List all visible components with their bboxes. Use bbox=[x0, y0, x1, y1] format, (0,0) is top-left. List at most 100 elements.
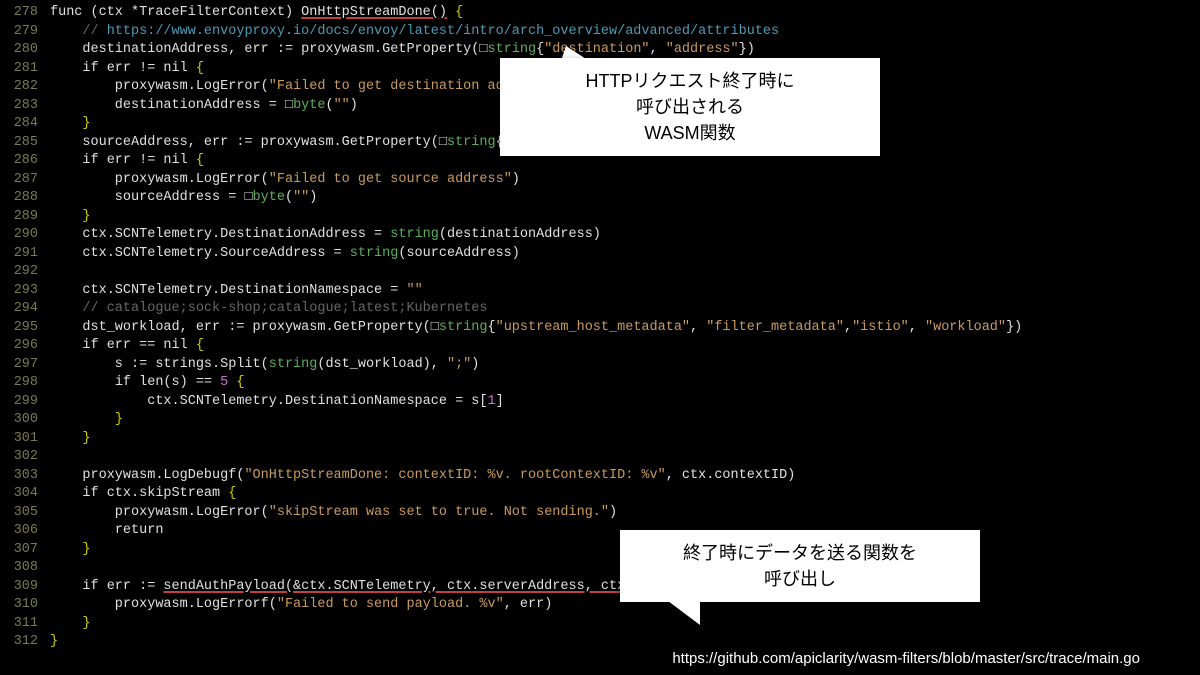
line-number: 287 bbox=[0, 171, 50, 190]
callout-1-line3: WASM関数 bbox=[644, 123, 735, 143]
code-content[interactable]: proxywasm.LogError("Failed to get destin… bbox=[50, 78, 560, 97]
code-line[interactable]: 307 } bbox=[0, 541, 1200, 560]
code-content[interactable]: sourceAddress = □byte("") bbox=[50, 189, 317, 208]
line-number: 285 bbox=[0, 134, 50, 153]
code-line[interactable]: 279 // https://www.envoyproxy.io/docs/en… bbox=[0, 23, 1200, 42]
line-number: 312 bbox=[0, 633, 50, 652]
line-number: 308 bbox=[0, 559, 50, 578]
code-line[interactable]: 301 } bbox=[0, 430, 1200, 449]
code-line[interactable]: 278func (ctx *TraceFilterContext) OnHttp… bbox=[0, 4, 1200, 23]
code-content[interactable]: if err != nil { bbox=[50, 60, 204, 79]
code-line[interactable]: 299 ctx.SCNTelemetry.DestinationNamespac… bbox=[0, 393, 1200, 412]
line-number: 294 bbox=[0, 300, 50, 319]
callout-1-line1: HTTPリクエスト終了時に bbox=[586, 71, 795, 91]
code-line[interactable]: 290 ctx.SCNTelemetry.DestinationAddress … bbox=[0, 226, 1200, 245]
line-number: 289 bbox=[0, 208, 50, 227]
callout-1: HTTPリクエスト終了時に 呼び出される WASM関数 bbox=[500, 58, 880, 156]
line-number: 284 bbox=[0, 115, 50, 134]
code-content[interactable]: if ctx.skipStream { bbox=[50, 485, 236, 504]
line-number: 288 bbox=[0, 189, 50, 208]
code-content[interactable]: ctx.SCNTelemetry.DestinationNamespace = … bbox=[50, 282, 423, 301]
code-content[interactable]: return bbox=[50, 522, 163, 541]
code-content[interactable]: } bbox=[50, 541, 91, 560]
line-number: 305 bbox=[0, 504, 50, 523]
code-line[interactable]: 302 bbox=[0, 448, 1200, 467]
code-line[interactable]: 293 ctx.SCNTelemetry.DestinationNamespac… bbox=[0, 282, 1200, 301]
line-number: 280 bbox=[0, 41, 50, 60]
code-content[interactable]: } bbox=[50, 615, 91, 634]
line-number: 297 bbox=[0, 356, 50, 375]
code-line[interactable]: 303 proxywasm.LogDebugf("OnHttpStreamDon… bbox=[0, 467, 1200, 486]
code-content[interactable]: proxywasm.LogError("skipStream was set t… bbox=[50, 504, 617, 523]
callout-2-tail bbox=[660, 595, 700, 625]
source-link[interactable]: https://github.com/apiclarity/wasm-filte… bbox=[672, 650, 1140, 667]
code-line[interactable]: 312} bbox=[0, 633, 1200, 652]
code-line[interactable]: 308 bbox=[0, 559, 1200, 578]
callout-2-line2: 呼び出し bbox=[764, 569, 836, 589]
code-content[interactable]: // catalogue;sock-shop;catalogue;latest;… bbox=[50, 300, 487, 319]
code-content[interactable]: ctx.SCNTelemetry.SourceAddress = string(… bbox=[50, 245, 520, 264]
code-line[interactable]: 296 if err == nil { bbox=[0, 337, 1200, 356]
line-number: 306 bbox=[0, 522, 50, 541]
line-number: 301 bbox=[0, 430, 50, 449]
line-number: 281 bbox=[0, 60, 50, 79]
line-number: 282 bbox=[0, 78, 50, 97]
code-content[interactable]: } bbox=[50, 411, 123, 430]
code-line[interactable]: 311 } bbox=[0, 615, 1200, 634]
code-content[interactable]: destinationAddress = □byte("") bbox=[50, 97, 358, 116]
line-number: 278 bbox=[0, 4, 50, 23]
code-content[interactable]: proxywasm.LogError("Failed to get source… bbox=[50, 171, 520, 190]
line-number: 292 bbox=[0, 263, 50, 282]
code-content[interactable]: if err == nil { bbox=[50, 337, 204, 356]
code-line[interactable]: 306 return bbox=[0, 522, 1200, 541]
line-number: 295 bbox=[0, 319, 50, 338]
code-line[interactable]: 287 proxywasm.LogError("Failed to get so… bbox=[0, 171, 1200, 190]
code-line[interactable]: 294 // catalogue;sock-shop;catalogue;lat… bbox=[0, 300, 1200, 319]
code-content[interactable]: proxywasm.LogDebugf("OnHttpStreamDone: c… bbox=[50, 467, 795, 486]
code-content[interactable]: } bbox=[50, 115, 91, 134]
line-number: 286 bbox=[0, 152, 50, 171]
line-number: 304 bbox=[0, 485, 50, 504]
line-number: 309 bbox=[0, 578, 50, 597]
code-content[interactable]: ctx.SCNTelemetry.DestinationAddress = st… bbox=[50, 226, 601, 245]
code-content[interactable]: } bbox=[50, 633, 58, 652]
code-line[interactable]: 298 if len(s) == 5 { bbox=[0, 374, 1200, 393]
code-content[interactable]: if len(s) == 5 { bbox=[50, 374, 244, 393]
code-content[interactable]: if err != nil { bbox=[50, 152, 204, 171]
code-line[interactable]: 280 destinationAddress, err := proxywasm… bbox=[0, 41, 1200, 60]
line-number: 299 bbox=[0, 393, 50, 412]
line-number: 303 bbox=[0, 467, 50, 486]
code-content[interactable]: dst_workload, err := proxywasm.GetProper… bbox=[50, 319, 1022, 338]
line-number: 298 bbox=[0, 374, 50, 393]
callout-1-line2: 呼び出される bbox=[636, 97, 744, 117]
line-number: 290 bbox=[0, 226, 50, 245]
code-line[interactable]: 292 bbox=[0, 263, 1200, 282]
code-content[interactable]: proxywasm.LogErrorf("Failed to send payl… bbox=[50, 596, 552, 615]
line-number: 300 bbox=[0, 411, 50, 430]
code-content[interactable]: func (ctx *TraceFilterContext) OnHttpStr… bbox=[50, 4, 463, 23]
code-content[interactable]: destinationAddress, err := proxywasm.Get… bbox=[50, 41, 755, 60]
code-line[interactable]: 291 ctx.SCNTelemetry.SourceAddress = str… bbox=[0, 245, 1200, 264]
code-line[interactable]: 288 sourceAddress = □byte("") bbox=[0, 189, 1200, 208]
code-line[interactable]: 309 if err := sendAuthPayload(&ctx.SCNTe… bbox=[0, 578, 1200, 597]
line-number: 283 bbox=[0, 97, 50, 116]
code-content[interactable]: // https://www.envoyproxy.io/docs/envoy/… bbox=[50, 23, 779, 42]
code-content[interactable]: s := strings.Split(string(dst_workload),… bbox=[50, 356, 479, 375]
code-line[interactable]: 304 if ctx.skipStream { bbox=[0, 485, 1200, 504]
code-content[interactable]: } bbox=[50, 208, 91, 227]
code-line[interactable]: 297 s := strings.Split(string(dst_worklo… bbox=[0, 356, 1200, 375]
code-line[interactable]: 295 dst_workload, err := proxywasm.GetPr… bbox=[0, 319, 1200, 338]
code-line[interactable]: 305 proxywasm.LogError("skipStream was s… bbox=[0, 504, 1200, 523]
line-number: 302 bbox=[0, 448, 50, 467]
callout-2-line1: 終了時にデータを送る関数を bbox=[683, 543, 917, 563]
code-content[interactable]: ctx.SCNTelemetry.DestinationNamespace = … bbox=[50, 393, 504, 412]
line-number: 291 bbox=[0, 245, 50, 264]
line-number: 310 bbox=[0, 596, 50, 615]
code-line[interactable]: 300 } bbox=[0, 411, 1200, 430]
code-content[interactable]: } bbox=[50, 430, 91, 449]
code-line[interactable]: 310 proxywasm.LogErrorf("Failed to send … bbox=[0, 596, 1200, 615]
line-number: 296 bbox=[0, 337, 50, 356]
line-number: 279 bbox=[0, 23, 50, 42]
line-number: 311 bbox=[0, 615, 50, 634]
code-line[interactable]: 289 } bbox=[0, 208, 1200, 227]
